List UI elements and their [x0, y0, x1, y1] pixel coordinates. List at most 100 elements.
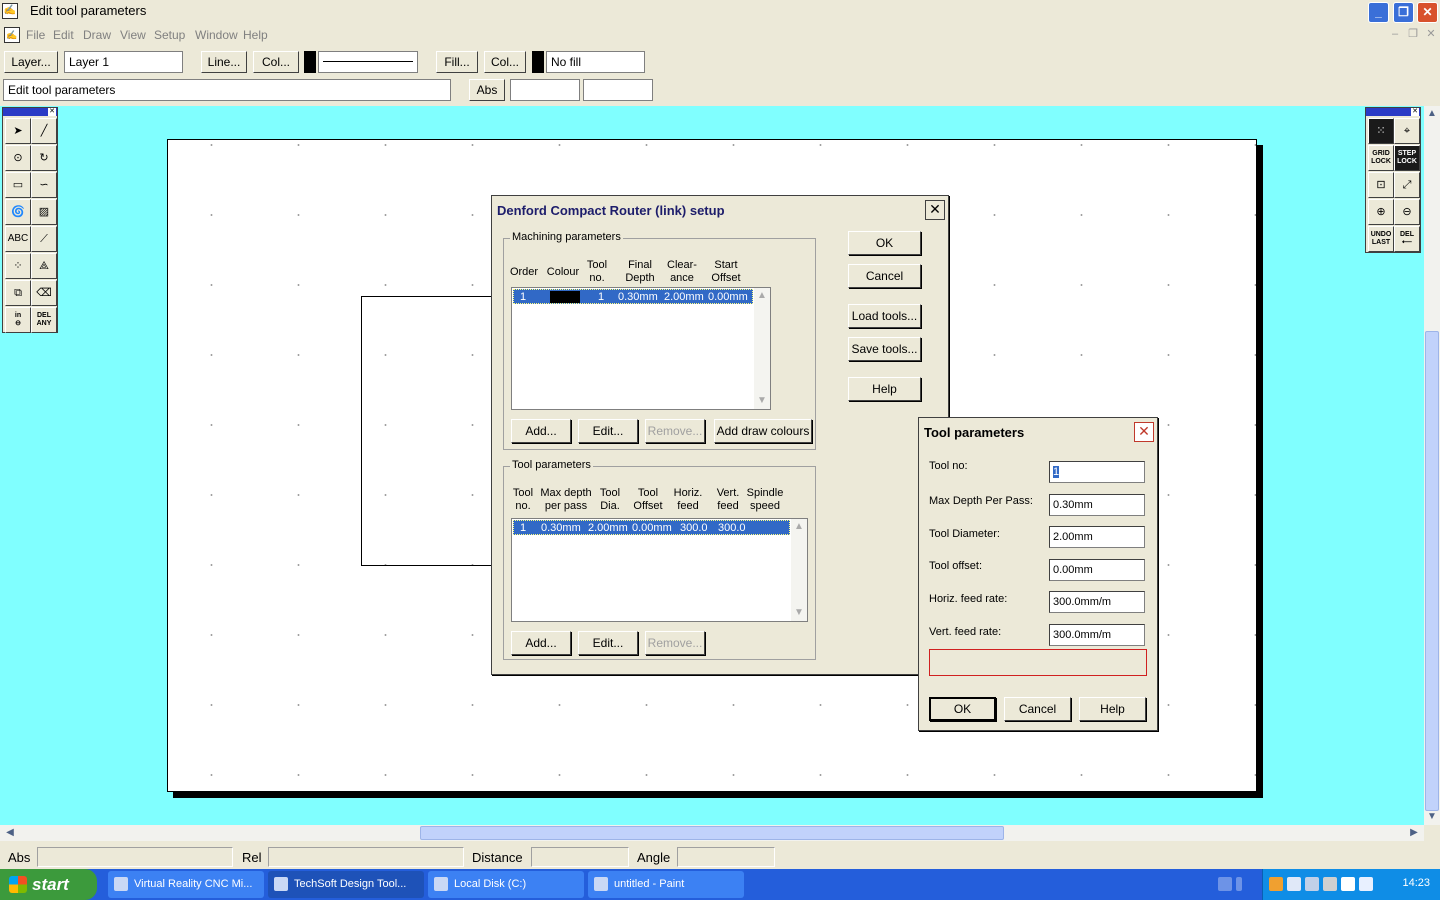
coord-y-field[interactable]: [583, 79, 653, 101]
trim-tool-icon[interactable]: ⟁: [31, 253, 57, 279]
tray-display-icon[interactable]: [1359, 877, 1373, 891]
snap-tool-icon[interactable]: ⌖: [1394, 118, 1420, 144]
machining-list-scrollbar[interactable]: ▲ ▼: [754, 288, 770, 409]
zoom-extent-icon[interactable]: ⤢: [1394, 172, 1420, 198]
fill-field[interactable]: No fill: [546, 51, 645, 73]
scroll-up-icon[interactable]: ▲: [791, 519, 807, 535]
horizontal-scrollbar[interactable]: ◀ ▶: [0, 825, 1424, 841]
menu-help[interactable]: Help: [243, 28, 268, 42]
router-dialog-close-icon[interactable]: ✕: [925, 200, 945, 220]
palette-close-icon[interactable]: ✕: [1411, 108, 1419, 116]
group-tool-icon[interactable]: ⧉: [5, 280, 31, 306]
tray-security-icon[interactable]: [1323, 877, 1337, 891]
menu-setup[interactable]: Setup: [154, 28, 185, 42]
router-ok-button[interactable]: OK: [848, 231, 921, 255]
max-depth-input[interactable]: 0.30mm: [1049, 494, 1145, 516]
zoom-in-icon[interactable]: ⊕: [1368, 199, 1394, 225]
machining-edit-button[interactable]: Edit...: [578, 419, 638, 443]
tool-dialog-title[interactable]: Tool parameters: [919, 418, 1157, 444]
tool-list-scrollbar[interactable]: ▲ ▼: [791, 519, 807, 621]
tool-offset-input[interactable]: 0.00mm: [1049, 559, 1145, 581]
task-virtual-reality-cnc[interactable]: Virtual Reality CNC Mi...: [108, 871, 264, 898]
tool-row[interactable]: 1 0.30mm 2.00mm 0.00mm 300.0 300.0: [513, 520, 790, 535]
tray-window-icon[interactable]: [1287, 877, 1301, 891]
save-tools-button[interactable]: Save tools...: [848, 337, 921, 361]
hatch-tool-icon[interactable]: ▨: [31, 199, 57, 225]
scroll-up-icon[interactable]: ▲: [1424, 106, 1440, 122]
line-tool-icon[interactable]: ╱: [31, 118, 57, 144]
router-cancel-button[interactable]: Cancel: [848, 264, 921, 288]
scroll-down-icon[interactable]: ▼: [1424, 809, 1440, 825]
step-lock-button[interactable]: STEP LOCK: [1394, 145, 1420, 171]
horizontal-scroll-thumb[interactable]: [420, 826, 1004, 840]
menu-window[interactable]: Window: [195, 28, 238, 42]
tray-app-icon[interactable]: [1269, 877, 1283, 891]
tool-diameter-input[interactable]: 2.00mm: [1049, 526, 1145, 548]
tool-help-button[interactable]: Help: [1079, 697, 1146, 721]
delete-back-button[interactable]: DEL ⟵: [1394, 226, 1420, 252]
machining-remove-button[interactable]: Remove...: [645, 419, 705, 443]
vertical-scrollbar[interactable]: ▲ ▼: [1424, 106, 1440, 825]
tool-cancel-button[interactable]: Cancel: [1004, 697, 1071, 721]
grid-lock-button[interactable]: GRID LOCK: [1368, 145, 1394, 171]
tool-ok-button[interactable]: OK: [929, 697, 996, 721]
machining-list[interactable]: 1 1 0.30mm 2.00mm 0.00mm ▲ ▼: [511, 287, 771, 410]
abs-toggle-button[interactable]: Abs: [469, 79, 505, 101]
fill-colour-button[interactable]: Col...: [484, 51, 526, 73]
scroll-right-icon[interactable]: ▶: [1406, 825, 1422, 841]
erase-tool-icon[interactable]: ⌫: [31, 280, 57, 306]
router-dialog-title[interactable]: Denford Compact Router (link) setup: [492, 196, 948, 222]
menu-file[interactable]: File: [26, 28, 45, 42]
minimize-button[interactable]: _: [1368, 2, 1389, 23]
load-tools-button[interactable]: Load tools...: [848, 304, 921, 328]
insert-tool[interactable]: in ⊖: [5, 307, 31, 333]
tool-add-button[interactable]: Add...: [511, 631, 571, 655]
rectangle-tool-icon[interactable]: ▭: [5, 172, 31, 198]
task-techsoft-design[interactable]: TechSoft Design Tool...: [268, 871, 424, 898]
grid-display-icon[interactable]: ⁙: [1368, 118, 1394, 144]
task-local-disk[interactable]: Local Disk (C:): [428, 871, 584, 898]
vert-feed-input[interactable]: 300.0mm/m: [1049, 624, 1145, 646]
router-help-button[interactable]: Help: [848, 377, 921, 401]
layer-button[interactable]: Layer...: [4, 51, 58, 73]
horiz-feed-input[interactable]: 300.0mm/m: [1049, 591, 1145, 613]
scroll-down-icon[interactable]: ▼: [791, 605, 807, 621]
circle-tool-icon[interactable]: ⊙: [5, 145, 31, 171]
battery-icon[interactable]: [1236, 877, 1242, 891]
curve-tool-icon[interactable]: ∽: [31, 172, 57, 198]
restore-button[interactable]: ❐: [1393, 2, 1414, 23]
tool-dialog-close-icon[interactable]: ✕: [1134, 422, 1154, 442]
window-title-bar[interactable]: ✍ Edit tool parameters _ ❐ ✕: [0, 0, 1440, 24]
add-draw-colours-button[interactable]: Add draw colours: [714, 419, 812, 443]
layer-field[interactable]: Layer 1: [64, 51, 183, 73]
zoom-box-icon[interactable]: ⊡: [1368, 172, 1394, 198]
tray-vb-icon[interactable]: [1341, 877, 1355, 891]
mdi-restore-icon[interactable]: ❐: [1406, 28, 1420, 40]
mdi-minimize-icon[interactable]: –: [1388, 28, 1402, 40]
arc-tool-icon[interactable]: ↻: [31, 145, 57, 171]
tray-network-icon[interactable]: [1305, 877, 1319, 891]
undo-last-button[interactable]: UNDO LAST: [1368, 226, 1394, 252]
tool-no-input[interactable]: 1: [1049, 461, 1145, 483]
start-button[interactable]: start: [0, 869, 97, 900]
scroll-down-icon[interactable]: ▼: [754, 393, 770, 409]
spiral-tool-icon[interactable]: 🌀: [5, 199, 31, 225]
tool-edit-button[interactable]: Edit...: [578, 631, 638, 655]
delete-any-tool[interactable]: DEL ANY: [31, 307, 57, 333]
task-paint[interactable]: untitled - Paint: [588, 871, 744, 898]
points-tool-icon[interactable]: ⁘: [5, 253, 31, 279]
line-style-preview[interactable]: [318, 51, 418, 73]
menu-edit[interactable]: Edit: [53, 28, 74, 42]
close-button[interactable]: ✕: [1417, 2, 1438, 23]
text-tool[interactable]: ABC: [5, 226, 31, 252]
select-arrow-icon[interactable]: ➤: [5, 118, 31, 144]
mdi-close-icon[interactable]: ✕: [1424, 28, 1438, 40]
scroll-up-icon[interactable]: ▲: [754, 288, 770, 304]
scroll-left-icon[interactable]: ◀: [2, 825, 18, 841]
fill-button[interactable]: Fill...: [436, 51, 478, 73]
tool-remove-button[interactable]: Remove...: [645, 631, 705, 655]
zoom-out-icon[interactable]: ⊖: [1394, 199, 1420, 225]
line-colour-button[interactable]: Col...: [253, 51, 299, 73]
document-icon[interactable]: ✍: [4, 27, 20, 43]
machining-row[interactable]: 1 1 0.30mm 2.00mm 0.00mm: [513, 289, 753, 304]
